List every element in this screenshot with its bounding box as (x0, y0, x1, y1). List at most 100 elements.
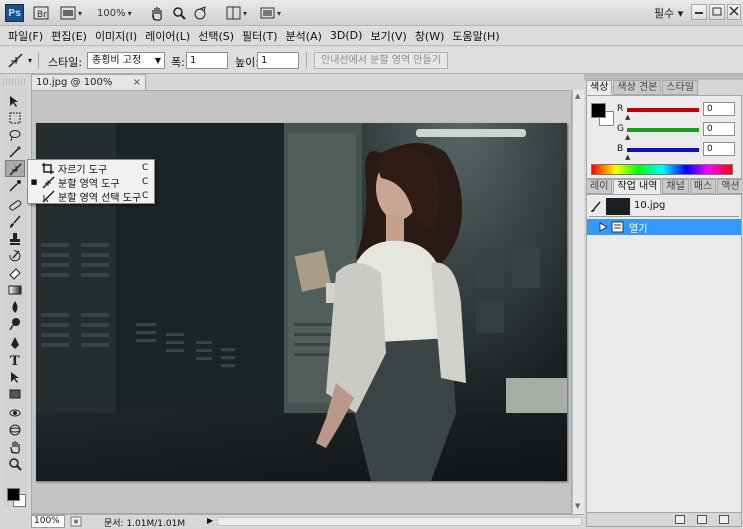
tab-layers[interactable]: 레이 (586, 179, 613, 194)
tab-color[interactable]: 색상 (586, 80, 613, 95)
history-snapshot[interactable]: 10.jpg (587, 197, 741, 216)
tab-history[interactable]: 작업 내역 (613, 179, 662, 194)
clone-stamp-tool[interactable] (5, 230, 25, 247)
style-select[interactable]: 종횡비 고정 ▼ (87, 52, 165, 69)
slider-thumb-icon[interactable]: ▲ (625, 133, 630, 141)
blur-tool[interactable] (5, 298, 25, 315)
vertical-scrollbar[interactable]: ▲ ▼ (572, 90, 584, 514)
3d-rotate-tool[interactable] (5, 404, 25, 421)
marquee-tool[interactable] (5, 109, 25, 126)
status-zoom-field[interactable]: 100% (31, 515, 65, 528)
eyedropper-tool[interactable] (5, 177, 25, 194)
slider-thumb-icon[interactable]: ▲ (625, 113, 630, 121)
menu-help[interactable]: 도움말(H) (448, 28, 503, 44)
pen-tool[interactable] (5, 334, 25, 351)
new-document-from-state-icon[interactable] (675, 515, 685, 524)
zoom-tool-button[interactable] (172, 5, 186, 21)
tab-paths[interactable]: 패스 (689, 179, 717, 194)
color-spectrum-ramp[interactable] (591, 164, 733, 175)
lasso-tool[interactable] (5, 126, 25, 143)
photoshop-logo: Ps (5, 4, 24, 22)
bridge-button[interactable]: Br (33, 5, 49, 21)
status-arrow-icon[interactable]: ▶ (207, 516, 213, 525)
style-label: 스타일: (48, 56, 83, 69)
blue-slider[interactable] (627, 148, 699, 152)
view-extras-button[interactable]: ▾ (60, 5, 82, 21)
3d-orbit-tool[interactable] (5, 421, 25, 438)
menu-layer[interactable]: 레이어(L) (141, 28, 194, 44)
zoom-level-dropdown[interactable]: 100% ▾ (97, 5, 132, 21)
menu-select[interactable]: 선택(S) (194, 28, 238, 44)
move-tool[interactable] (5, 92, 25, 109)
tool-preset-picker[interactable]: ▾ (6, 52, 32, 69)
svg-text:Br: Br (37, 10, 47, 20)
restore-button[interactable] (709, 4, 725, 20)
history-panel-footer (586, 512, 742, 527)
width-field[interactable]: 1 (186, 52, 228, 69)
menu-image[interactable]: 이미지(I) (91, 28, 141, 44)
eraser-tool[interactable] (5, 264, 25, 281)
cs-live-button[interactable] (691, 4, 707, 20)
red-value-field[interactable]: 0 (703, 102, 735, 116)
history-brush-source-icon (591, 201, 601, 212)
trash-icon[interactable] (719, 515, 729, 524)
menu-view[interactable]: 보기(V) (366, 28, 410, 44)
close-icon[interactable]: × (133, 75, 141, 90)
menu-edit[interactable]: 편집(E) (47, 28, 91, 44)
blue-value-field[interactable]: 0 (703, 142, 735, 156)
close-window-button[interactable] (727, 4, 741, 20)
options-bar: ▾ 스타일: 종횡비 고정 ▼ 폭: 1 높이: 1 안내선에서 분할 영역 만… (0, 47, 743, 74)
tab-swatches[interactable]: 색상 견본 (613, 80, 662, 95)
rotate-view-icon (194, 5, 206, 19)
red-slider[interactable] (627, 108, 699, 112)
type-icon: T (10, 354, 20, 367)
green-value-field[interactable]: 0 (703, 122, 735, 136)
menu-analysis[interactable]: 분석(A) (282, 28, 326, 44)
flyout-item-slice-select[interactable]: 분할 영역 선택 도구 C (28, 189, 154, 204)
scroll-down-icon[interactable]: ▼ (575, 502, 580, 510)
chevron-down-icon: ▾ (78, 8, 83, 18)
menu-file[interactable]: 파일(F) (4, 28, 47, 44)
tools-panel-grip[interactable] (3, 78, 27, 86)
menu-window[interactable]: 창(W) (411, 28, 449, 44)
path-selection-tool[interactable] (5, 368, 25, 385)
history-entry[interactable]: 열기 (587, 219, 741, 235)
slices-from-guides-button[interactable]: 안내선에서 분할 영역 만들기 (314, 52, 448, 69)
arrange-documents-button[interactable]: ▾ (226, 5, 247, 21)
quick-selection-tool[interactable] (5, 143, 25, 160)
history-brush-tool[interactable] (5, 247, 25, 264)
horizontal-scrollbar[interactable] (217, 517, 582, 526)
document-tab[interactable]: 10.jpg @ 100% (RGB/8#) × (31, 74, 146, 103)
healing-brush-tool[interactable] (5, 196, 25, 213)
screen-mode-button[interactable]: ▾ (260, 5, 281, 21)
flyout-item-slice[interactable]: ■ 분할 영역 도구 C (28, 175, 154, 190)
zoom-tool[interactable] (5, 455, 25, 472)
type-tool[interactable]: T (5, 351, 25, 368)
tab-actions[interactable]: 액션 (717, 179, 743, 194)
new-snapshot-icon[interactable] (697, 515, 707, 524)
gradient-tool[interactable] (5, 281, 25, 298)
brush-tool[interactable] (5, 213, 25, 230)
tab-styles[interactable]: 스타일 (662, 80, 698, 95)
menu-filter[interactable]: 필터(T) (238, 28, 282, 44)
shape-tool[interactable] (5, 385, 25, 402)
scroll-up-icon[interactable]: ▲ (575, 92, 580, 100)
tab-channels[interactable]: 채널 (662, 179, 689, 194)
panel-foreground-swatch[interactable] (591, 103, 606, 118)
height-field[interactable]: 1 (257, 52, 299, 69)
slider-thumb-icon[interactable]: ▲ (625, 153, 630, 161)
foreground-color-swatch[interactable] (7, 488, 20, 501)
rotate-view-button[interactable] (193, 5, 208, 21)
magnifier-icon (173, 7, 186, 20)
slice-tool[interactable] (5, 160, 25, 177)
hand-tool-button[interactable] (150, 5, 164, 21)
flyout-item-crop[interactable]: 자르기 도구 C (28, 161, 154, 176)
green-slider[interactable] (627, 128, 699, 132)
flyout-shortcut: C (142, 163, 149, 173)
eyedropper-icon (9, 179, 21, 192)
menu-3d[interactable]: 3D(D) (326, 29, 367, 42)
hand-tool[interactable] (5, 438, 25, 455)
width-label: 폭: (171, 56, 185, 69)
dodge-tool[interactable] (5, 315, 25, 332)
workspace-switcher[interactable]: 필수 ▾ (654, 5, 683, 21)
